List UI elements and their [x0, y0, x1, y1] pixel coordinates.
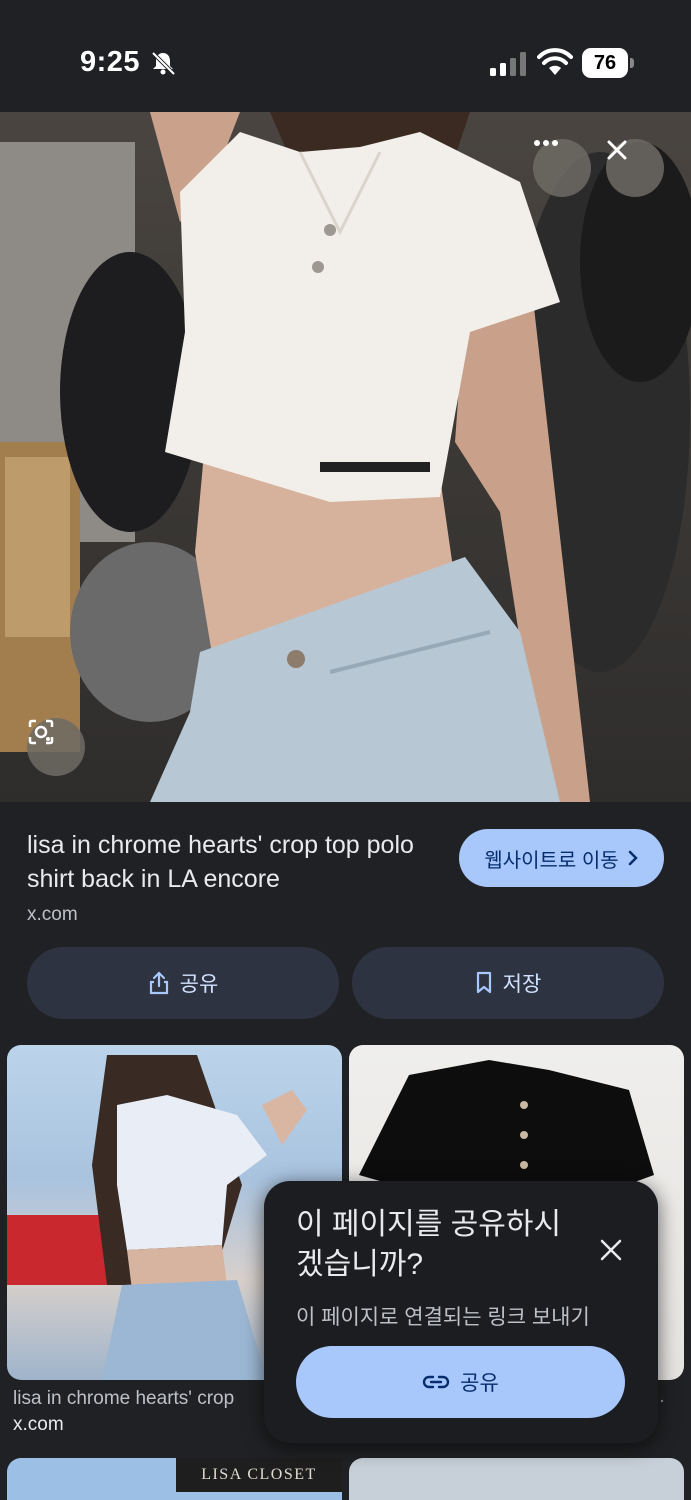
image-preview[interactable] — [0, 112, 691, 802]
cellular-signal-icon — [490, 52, 526, 76]
visit-website-label: 웹사이트로 이동 — [484, 849, 619, 872]
bell-off-icon — [151, 51, 176, 76]
dialog-description: 이 페이지로 연결되는 링크 보내기 — [296, 1306, 590, 1329]
image-title[interactable]: lisa in chrome hearts' crop top polo shi… — [27, 828, 437, 896]
related-item-1-source: x.com — [13, 1414, 64, 1435]
image-source: x.com — [27, 904, 78, 925]
dialog-title: 이 페이지를 공유하시겠습니까? — [296, 1208, 562, 1281]
bookmark-icon — [476, 971, 491, 994]
share-page-dialog: 이 페이지를 공유하시겠습니까? 이 페이지로 연결되는 링크 보내기 공유 — [264, 1181, 658, 1443]
wifi-icon — [537, 48, 573, 75]
lens-icon — [28, 719, 54, 745]
save-button[interactable]: 저장 — [352, 947, 664, 1019]
photo-illustration — [0, 112, 691, 802]
share-icon — [149, 971, 168, 995]
related-image-4-banner: LISA CLOSET — [176, 1458, 342, 1492]
share-button[interactable]: 공유 — [27, 947, 339, 1019]
more-horizontal-icon — [534, 140, 558, 146]
status-time: 9:25 — [80, 46, 141, 78]
related-image-5[interactable] — [349, 1458, 684, 1500]
status-bar: 9:25 76 — [0, 0, 691, 112]
save-label: 저장 — [502, 973, 542, 996]
dialog-share-label: 공유 — [460, 1372, 499, 1395]
link-icon — [423, 1375, 450, 1389]
share-label: 공유 — [179, 973, 219, 996]
more-options-button[interactable] — [533, 139, 591, 197]
lens-search-button[interactable] — [27, 718, 85, 776]
close-icon — [607, 140, 627, 160]
visit-website-button[interactable]: 웹사이트로 이동 — [459, 829, 664, 887]
battery-indicator: 76 — [582, 48, 636, 78]
dialog-close-icon[interactable] — [596, 1235, 626, 1265]
related-item-1-title[interactable]: lisa in chrome hearts' crop — [13, 1388, 234, 1410]
dialog-share-button[interactable]: 공유 — [296, 1346, 625, 1418]
battery-level: 76 — [582, 48, 628, 78]
battery-tip — [630, 58, 634, 68]
chevron-right-icon — [628, 850, 638, 866]
close-button[interactable] — [606, 139, 664, 197]
